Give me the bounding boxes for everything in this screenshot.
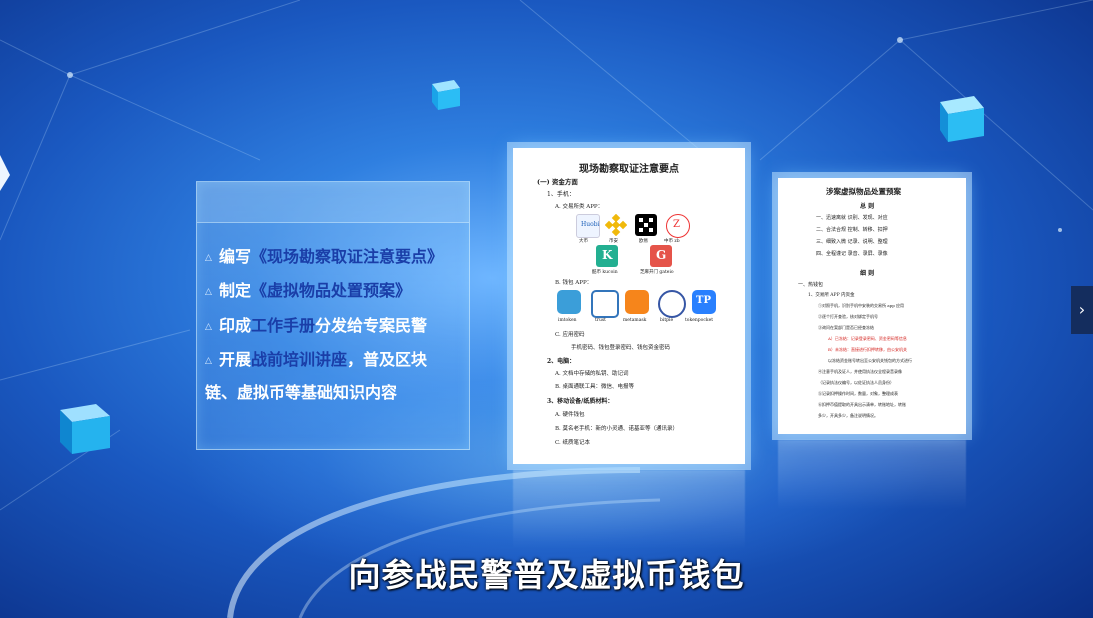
app-label: imtoken [558, 318, 577, 323]
doc-line: A. 硬件钱包 [555, 412, 585, 418]
bullet-text: 制定 [219, 281, 252, 300]
trust-wallet-icon [591, 290, 619, 318]
doc-line: ③询问在案部门是否已经查冻结 [818, 325, 874, 330]
bullet-highlight: 《现场勘察取证注意要点》 [251, 247, 444, 266]
section-heading: 总 则 [860, 203, 875, 210]
doc-line: 手机密码、钱包登录密码、钱包资金密码 [571, 345, 671, 351]
huobi-icon: Huobi [576, 214, 600, 238]
doc-line: B. 钱包 APP： [555, 280, 593, 286]
panel-header-bar [197, 182, 469, 223]
bullet-highlight: 战前培训讲座 [251, 350, 348, 369]
doc-line: 以冻结资金账号转出至公安机关钱包的方式进行 [828, 358, 912, 363]
doc-line: ⑤记录扣押操作时间，数量，对象，整理成表 [818, 391, 898, 396]
section-heading: 细 则 [860, 270, 875, 277]
document-disposal-plan: 涉案虚拟物品处置预案 总 则 一、迅速离就 识别、发现、对应 二、合法合规 控制… [778, 178, 966, 434]
app-label: tokenpocket [685, 318, 714, 323]
triangle-icon: △ [205, 253, 212, 263]
doc-line: 一、迅速离就 识别、发现、对应 [816, 215, 888, 221]
bullet-text: 编写 [219, 247, 252, 266]
cube-decoration [940, 96, 984, 142]
app-label: 币安 [609, 239, 618, 244]
document-reflection [778, 440, 966, 510]
doc-line: 多少，开具多少，备注说明情况。 [818, 413, 878, 418]
app-label: 芝麻开门 gateio [640, 270, 674, 275]
app-label: 大币 [579, 239, 588, 244]
zb-icon: Z [666, 214, 690, 238]
app-label: 欧易 [639, 239, 648, 244]
cube-decoration [60, 404, 110, 454]
bullet-item: △ 印成工作手册分发给专案民警 [205, 314, 427, 339]
bullet-text: ，普及区块 [347, 350, 428, 369]
document-title: 涉案虚拟物品处置预案 [826, 187, 901, 196]
doc-line: B. 桌面通联工具：微信、电报等 [555, 384, 635, 390]
document-site-survey: 现场勘察取证注意要点 (一) 资金方面 1、手机： A. 交易所类 APP： H… [513, 148, 745, 464]
doc-line: （记录执法仪编号，以佐证执法人员身份） [818, 380, 894, 385]
summary-panel: △ 编写《现场勘察取证注意要点》 △ 制定《虚拟物品处置预案》 △ 印成工作手册分发给… [196, 181, 470, 450]
subsection-heading: 2、电脑： [547, 358, 576, 365]
app-label: 酷币 kucoin [592, 270, 618, 275]
bullet-text: 链、虚拟币等基础知识内容 [205, 383, 398, 402]
document-title: 现场勘察取证注意要点 [579, 164, 679, 175]
doc-line: 1、交易所 APP 内资金 [808, 293, 855, 298]
doc-line: 三、细致入微 记录、说明、整理 [816, 239, 888, 245]
doc-line: A. 交易所类 APP： [555, 204, 604, 210]
triangle-icon: △ [205, 356, 212, 366]
chevron-right-icon: › [1078, 300, 1086, 319]
app-label: bitpie [660, 318, 674, 323]
doc-line: ②逐个打开查验，核对绑定手机号 [818, 314, 878, 319]
app-label: metamask [623, 318, 647, 323]
triangle-icon: △ [205, 322, 212, 332]
document-reflection [513, 470, 745, 550]
bullet-item: △ 制定《虚拟物品处置预案》 [205, 279, 411, 304]
kucoin-icon: K [596, 245, 618, 267]
bullet-item: △ 开展战前培训讲座，普及区块 [205, 348, 427, 373]
doc-line: ①对照手机，识别手机中安装的交易所 app 应用 [818, 303, 905, 308]
doc-line: B）未冻结：直接进行扣押转移，由公安机关 [828, 347, 907, 352]
bullet-item: △ 编写《现场勘察取证注意要点》 [205, 245, 443, 270]
video-subtitle: 向参战民警普及虚拟币钱包 [348, 556, 745, 594]
doc-line: C. 纸质笔记本 [555, 440, 591, 446]
doc-line: B. 莫名老手机：新的小灵通、诺基亚等（通讯录） [555, 426, 679, 432]
doc-line: ⑥扣押币值提取的开具出示清单，转账地址，转账 [818, 402, 906, 407]
bullet-highlight: 《虚拟物品处置预案》 [251, 281, 412, 300]
app-label: trust [595, 318, 606, 323]
cube-decoration [432, 80, 460, 110]
bitpie-icon [658, 290, 686, 318]
next-slide-button[interactable]: › [1071, 286, 1093, 334]
doc-line: A. 文档中存储的私钥、助记词 [555, 371, 629, 377]
bullet-text: 开展 [219, 350, 252, 369]
okx-icon [635, 214, 657, 236]
bullet-highlight: 工作手册 [251, 316, 316, 335]
doc-line: ④注意手机及证人，并使用执法仪全程录音录像 [818, 369, 902, 374]
doc-line: 一、热钱包 [798, 282, 824, 288]
tokenpocket-icon: TP [692, 290, 716, 314]
doc-line: C. 应用密码 [555, 332, 585, 338]
bullet-item: 链、虚拟币等基础知识内容 [205, 381, 397, 405]
bullet-text: 分发给专案民警 [315, 316, 428, 335]
doc-line: A）已冻结：记录登录密码、资金密码等信息 [828, 336, 907, 341]
binance-icon [604, 213, 628, 237]
metamask-icon [625, 290, 649, 314]
bullet-text: 印成 [219, 316, 252, 335]
imtoken-icon [557, 290, 581, 314]
section-heading: (一) 资金方面 [537, 178, 578, 186]
subsection-heading: 1、手机： [547, 191, 575, 198]
app-label: 中币 zb [664, 239, 680, 244]
subsection-heading: 3、移动设备/纸质材料： [547, 398, 614, 405]
triangle-icon: △ [205, 287, 212, 297]
gateio-icon: G [650, 245, 672, 267]
cube-decoration [0, 155, 10, 191]
doc-line: 二、合法合规 控制、转移、扣押 [816, 227, 888, 233]
doc-line: 四、全程谨记 录音、录屏、录像 [816, 251, 888, 257]
